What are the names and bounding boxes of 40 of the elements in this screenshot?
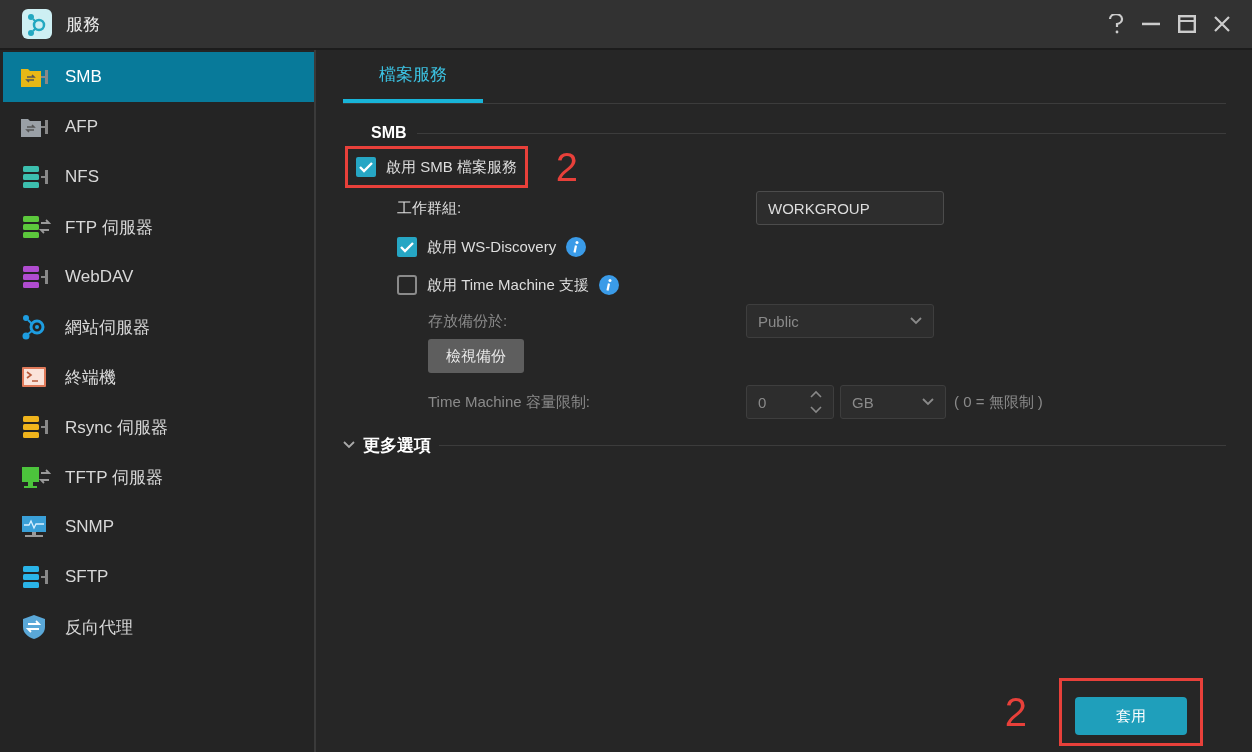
checkbox-label: 啟用 Time Machine 支援 — [427, 275, 589, 295]
sidebar-item[interactable]: SNMP — [3, 502, 314, 552]
annotation-number: 2 — [1004, 692, 1027, 732]
minimize-icon[interactable] — [1142, 22, 1160, 26]
checkbox-label: 啟用 SMB 檔案服務 — [386, 157, 517, 177]
window-title: 服務 — [66, 13, 101, 36]
hint-text: ( 0 = 無限制 ) — [954, 392, 1043, 412]
chevron-down-icon[interactable] — [343, 441, 355, 449]
sidebar-item[interactable]: AFP — [3, 102, 314, 152]
spinner-arrows-icon[interactable] — [810, 389, 822, 415]
checkbox[interactable] — [356, 157, 376, 177]
info-icon[interactable] — [566, 237, 587, 257]
info-icon[interactable] — [599, 275, 619, 295]
workgroup-field[interactable]: WORKGROUP — [756, 191, 944, 225]
checkbox[interactable] — [397, 237, 417, 257]
field-label: 存放備份於: — [427, 311, 509, 331]
app-logo-icon — [22, 9, 52, 39]
close-icon[interactable] — [1214, 16, 1230, 32]
checkbox[interactable] — [397, 275, 417, 295]
sidebar-item[interactable]: SMB — [3, 52, 314, 102]
help-icon[interactable] — [1108, 14, 1124, 34]
chevron-down-icon — [922, 398, 934, 406]
annotation-number: 2 — [555, 147, 579, 187]
tab[interactable]: 檔案服務 — [343, 50, 483, 103]
field-label: 工作群組: — [396, 198, 463, 218]
sidebar-item[interactable]: 終端機 — [3, 352, 314, 402]
field-label: Time Machine 容量限制: — [427, 392, 591, 412]
sidebar-item[interactable]: TFTP 伺服器 — [3, 452, 314, 502]
sidebar-item[interactable]: 反向代理 — [3, 602, 314, 652]
checkbox-label: 啟用 WS-Discovery — [427, 237, 557, 257]
section-heading: SMB — [370, 124, 407, 142]
sidebar-item[interactable]: Rsync 伺服器 — [3, 402, 314, 452]
chevron-down-icon — [910, 317, 922, 325]
sidebar-item[interactable]: WebDAV — [3, 252, 314, 302]
sidebar-item[interactable]: NFS — [3, 152, 314, 202]
maximize-icon[interactable] — [1178, 15, 1196, 33]
sidebar-item[interactable]: FTP 伺服器 — [3, 202, 314, 252]
sidebar-item[interactable]: 網站伺服器 — [3, 302, 314, 352]
sidebar-item[interactable]: SFTP — [3, 552, 314, 602]
section-heading[interactable]: 更多選項 — [363, 433, 431, 457]
